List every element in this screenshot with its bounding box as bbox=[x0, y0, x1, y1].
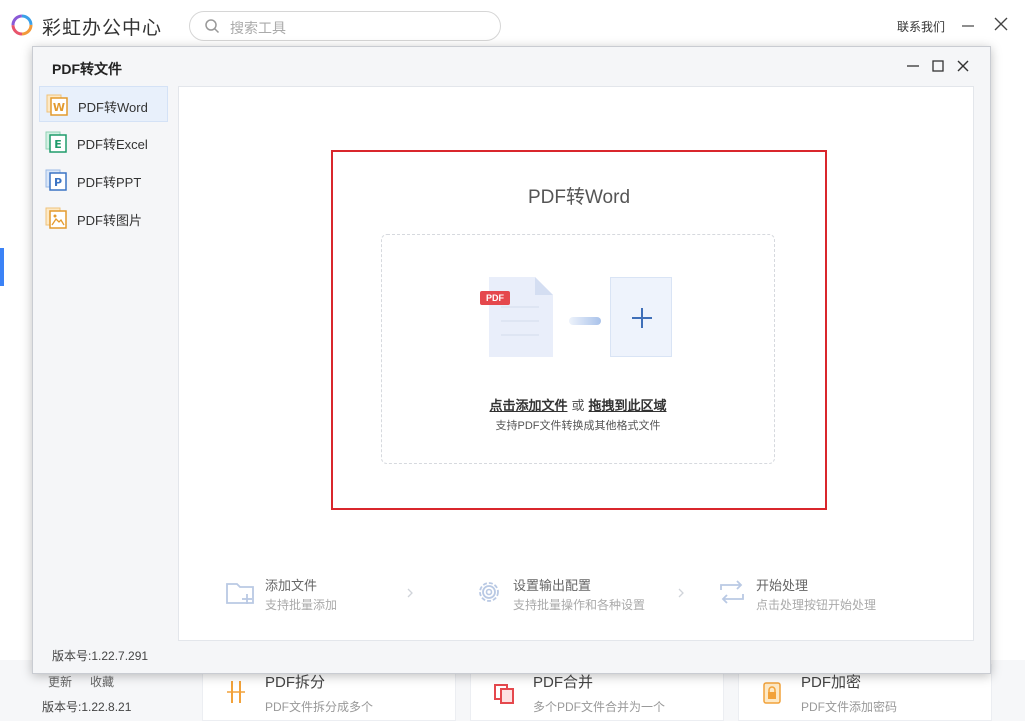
step-desc: 点击处理按钮开始处理 bbox=[756, 598, 877, 612]
split-icon bbox=[227, 681, 245, 703]
gear-icon bbox=[479, 582, 499, 602]
or-text: 或 bbox=[571, 398, 585, 413]
support-hint: 支持PDF文件转换成其他格式文件 bbox=[495, 420, 661, 432]
sidebar-item-label: PDF转PPT bbox=[77, 175, 142, 190]
bg-sidebar bbox=[0, 50, 34, 670]
merge-icon bbox=[494, 684, 514, 704]
bg-version: 版本号:1.22.8.21 bbox=[42, 700, 132, 714]
sidebar-item-label: PDF转Word bbox=[78, 100, 148, 115]
tool-card-title: PDF拆分 bbox=[265, 674, 326, 691]
conversion-title: PDF转Word bbox=[527, 187, 631, 208]
tool-card-desc: PDF文件拆分成多个 bbox=[265, 700, 374, 714]
ppt-file-icon: P bbox=[45, 169, 67, 191]
dialog-close-icon[interactable] bbox=[956, 59, 970, 73]
sidebar-item-label: PDF转图片 bbox=[77, 213, 143, 228]
sidebar-item-pdf-to-ppt[interactable]: P PDF转PPT bbox=[39, 162, 168, 198]
sidebar-item-pdf-to-word[interactable]: W PDF转Word bbox=[39, 86, 168, 122]
dialog-title: PDF转文件 bbox=[52, 61, 122, 77]
search-input[interactable]: 搜索工具 bbox=[189, 11, 501, 41]
chevron-right-icon bbox=[678, 588, 684, 598]
conversion-panel: PDF转Word PDF 点击添加文件 或 拖拽到此区域 支持PDF文件转换成其… bbox=[178, 86, 974, 641]
word-file-icon: W bbox=[46, 94, 68, 116]
pdf-convert-dialog: PDF转文件 W PDF转Word E PDF转Excel P PDF转PPT bbox=[32, 46, 991, 674]
tool-card-title: PDF合并 bbox=[533, 674, 594, 691]
add-file-plus-icon[interactable] bbox=[610, 277, 672, 357]
app-header: 彩虹办公中心 搜索工具 联系我们 bbox=[0, 0, 1025, 50]
convert-arrow bbox=[569, 317, 601, 325]
image-file-icon bbox=[45, 207, 67, 229]
app-close-icon[interactable] bbox=[992, 15, 1010, 33]
pdf-badge: PDF bbox=[480, 291, 510, 305]
lock-icon bbox=[763, 682, 781, 704]
tool-card-desc: PDF文件添加密码 bbox=[801, 700, 898, 714]
refresh-arrows-icon bbox=[720, 580, 744, 604]
contact-us-link[interactable]: 联系我们 bbox=[897, 18, 945, 35]
dialog-minimize-icon[interactable] bbox=[906, 59, 920, 73]
step-title: 添加文件 bbox=[265, 578, 318, 593]
svg-text:W: W bbox=[53, 101, 65, 114]
excel-file-icon: E bbox=[45, 131, 67, 153]
sidebar-item-pdf-to-image[interactable]: PDF转图片 bbox=[39, 200, 168, 236]
dialog-version: 版本号:1.22.7.291 bbox=[52, 649, 149, 663]
search-icon bbox=[205, 19, 220, 34]
bg-favorite-link[interactable]: 收藏 bbox=[90, 673, 114, 690]
chevron-right-icon bbox=[407, 588, 413, 598]
bg-update-link[interactable]: 更新 bbox=[48, 673, 72, 690]
sidebar-item-label: PDF转Excel bbox=[77, 137, 148, 152]
folder-add-icon bbox=[226, 583, 254, 604]
step-title: 开始处理 bbox=[756, 578, 809, 593]
file-drop-zone[interactable]: PDF 点击添加文件或拖拽到此区域 支持PDF文件转换成其他格式文件 bbox=[381, 234, 775, 464]
tool-card-desc: 多个PDF文件合并为一个 bbox=[533, 700, 666, 714]
app-title: 彩虹办公中心 bbox=[42, 18, 163, 39]
dialog-maximize-icon[interactable] bbox=[931, 59, 945, 73]
bg-sidebar-active-indicator bbox=[0, 248, 4, 286]
rainbow-logo-icon bbox=[11, 14, 33, 36]
drag-here-link[interactable]: 拖拽到此区域 bbox=[589, 398, 667, 413]
highlight-frame: PDF转Word PDF 点击添加文件 或 拖拽到此区域 支持PDF文件转换成其… bbox=[331, 150, 827, 510]
tool-card-title: PDF加密 bbox=[801, 674, 862, 691]
search-placeholder: 搜索工具 bbox=[230, 20, 286, 36]
svg-text:E: E bbox=[54, 138, 62, 151]
app-minimize-icon[interactable] bbox=[960, 12, 976, 36]
add-file-link[interactable]: 点击添加文件 bbox=[489, 398, 567, 413]
drop-instruction: 点击添加文件或拖拽到此区域 bbox=[382, 395, 774, 414]
step-title: 设置输出配置 bbox=[513, 578, 592, 593]
step-desc: 支持批量操作和各种设置 bbox=[513, 598, 646, 612]
step-desc: 支持批量添加 bbox=[265, 598, 338, 612]
sidebar-item-pdf-to-excel[interactable]: E PDF转Excel bbox=[39, 124, 168, 160]
svg-text:P: P bbox=[54, 176, 62, 189]
pdf-document-icon bbox=[489, 277, 553, 357]
